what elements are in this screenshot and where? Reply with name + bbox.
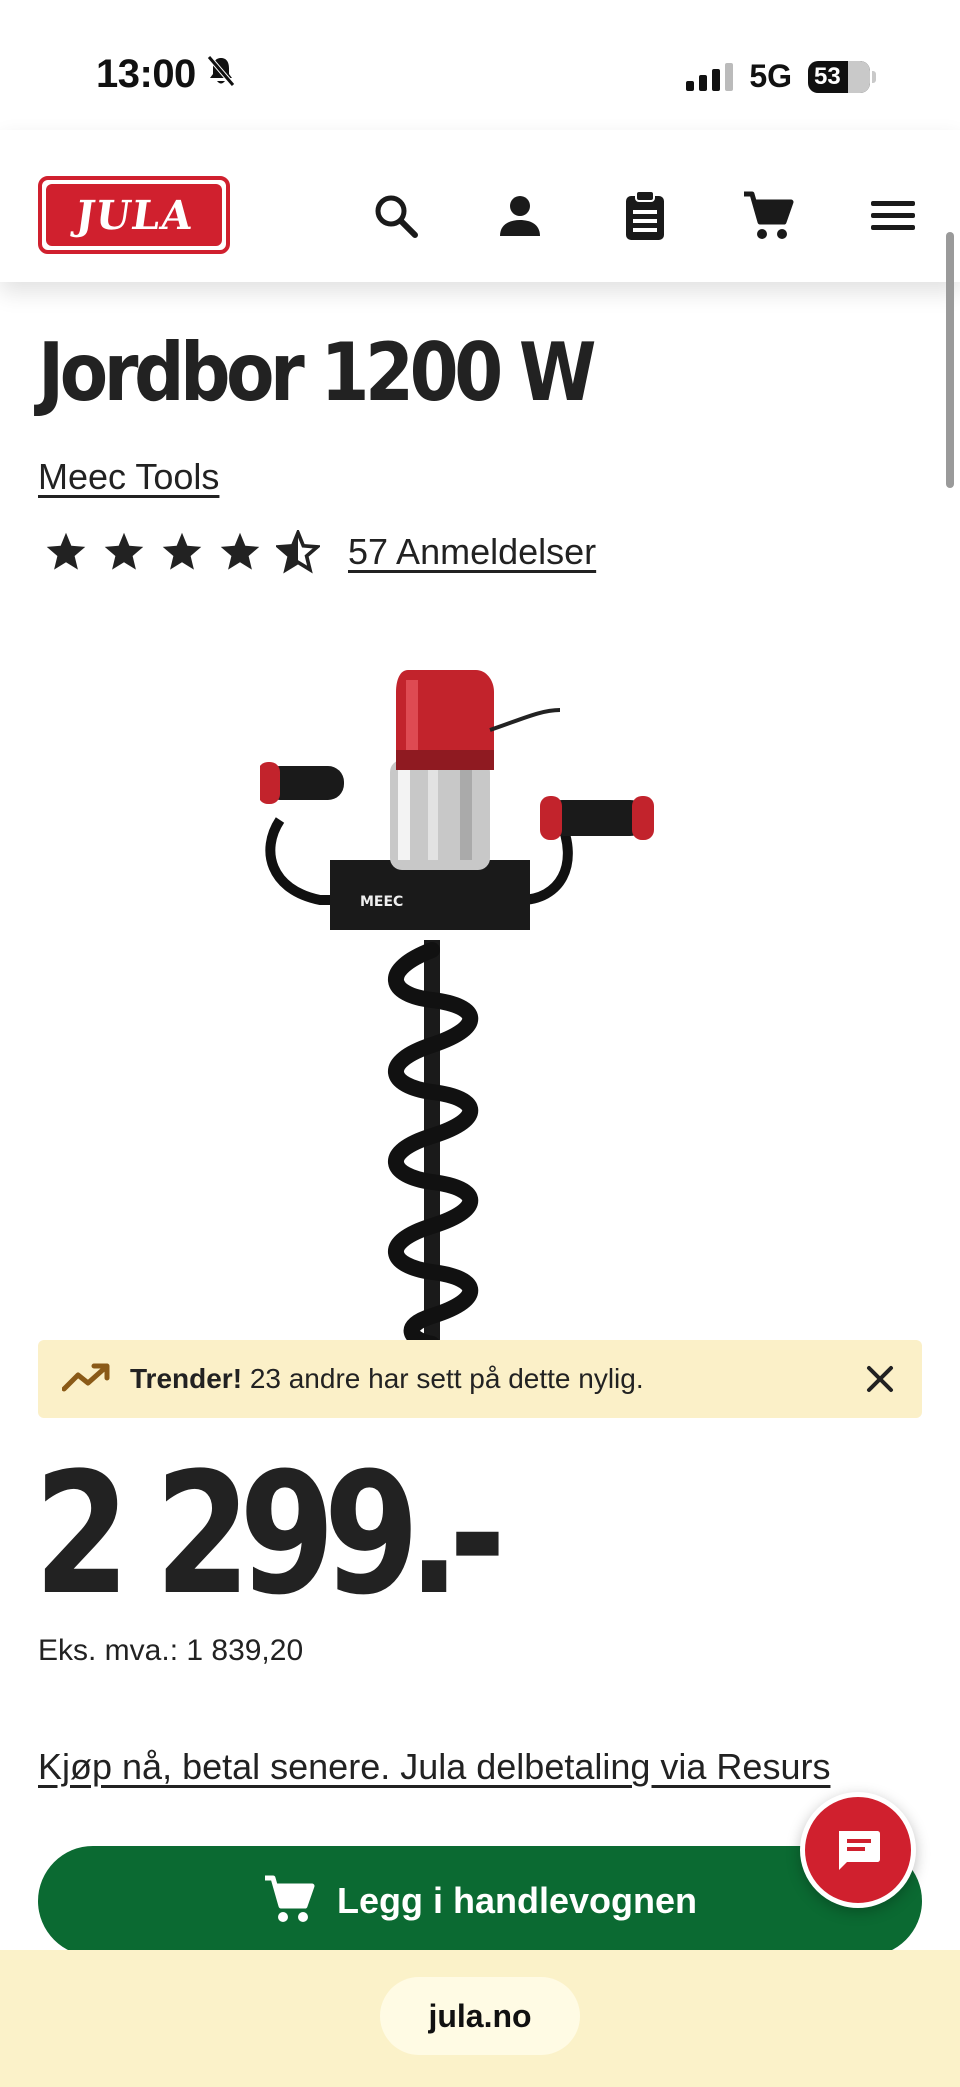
add-to-cart-button[interactable]: Legg i handlevognen: [38, 1846, 922, 1956]
address-bar[interactable]: jula.no: [380, 1977, 580, 2055]
cellular-signal-icon: [686, 62, 734, 91]
url-text: jula.no: [428, 1997, 532, 2034]
trend-title: Trender!: [130, 1363, 243, 1394]
menu-icon[interactable]: [865, 188, 921, 244]
logo-text: JULA: [72, 191, 196, 239]
status-indicators: 5G 53: [686, 58, 876, 95]
price-ex-vat: Eks. mva.: 1 839,20: [38, 1634, 304, 1667]
trending-up-icon: [61, 1361, 110, 1398]
cart-icon[interactable]: [740, 188, 796, 244]
half-star-icon: [276, 530, 320, 574]
clock: 13:00: [96, 52, 196, 96]
cart-icon: [263, 1874, 315, 1929]
rating-stars: [44, 530, 320, 574]
silent-bell-icon: [206, 52, 236, 97]
svg-text:MEEC: MEEC: [360, 894, 403, 910]
product-rating[interactable]: 57 Anmeldelser: [44, 530, 596, 574]
financing-link[interactable]: Kjøp nå, betal senere. Jula delbetaling …: [38, 1746, 830, 1788]
status-bar: 13:00 5G 53: [0, 0, 960, 130]
star-icon: [162, 532, 202, 570]
trend-body: 23 andre har sett på dette nylig.: [249, 1363, 644, 1394]
battery-tip: [872, 70, 876, 83]
network-type: 5G: [749, 58, 792, 94]
shopping-list-icon[interactable]: [617, 188, 673, 244]
logo-background: JULA: [46, 184, 222, 246]
add-to-cart-label: Legg i handlevognen: [336, 1880, 698, 1921]
status-time: 13:00: [96, 52, 236, 97]
battery-icon: 53: [808, 60, 870, 93]
battery-level: 53: [814, 62, 841, 90]
site-header: JULA: [0, 130, 960, 282]
star-icon: [104, 532, 144, 570]
account-icon[interactable]: [492, 188, 548, 244]
page-scrollbar[interactable]: [946, 232, 954, 488]
product-price: 2 299.-: [34, 1436, 506, 1632]
product-title: Jordbor 1200 W: [38, 326, 597, 419]
star-icon: [220, 532, 260, 570]
product-image[interactable]: MEEC: [258, 650, 700, 1352]
star-icon: [46, 532, 86, 570]
jula-logo[interactable]: JULA: [38, 176, 230, 254]
trend-message: Trender! 23 andre har sett på dette nyli…: [130, 1363, 644, 1395]
brand-link[interactable]: Meec Tools: [38, 456, 219, 498]
browser-bottom-bar: jula.no: [0, 1950, 960, 2087]
close-icon[interactable]: [860, 1359, 900, 1399]
search-icon[interactable]: [368, 188, 424, 244]
trend-banner: Trender! 23 andre har sett på dette nyli…: [38, 1340, 922, 1418]
reviews-link[interactable]: 57 Anmeldelser: [348, 531, 596, 573]
chat-button[interactable]: [800, 1792, 916, 1908]
chat-icon: [839, 1831, 880, 1870]
